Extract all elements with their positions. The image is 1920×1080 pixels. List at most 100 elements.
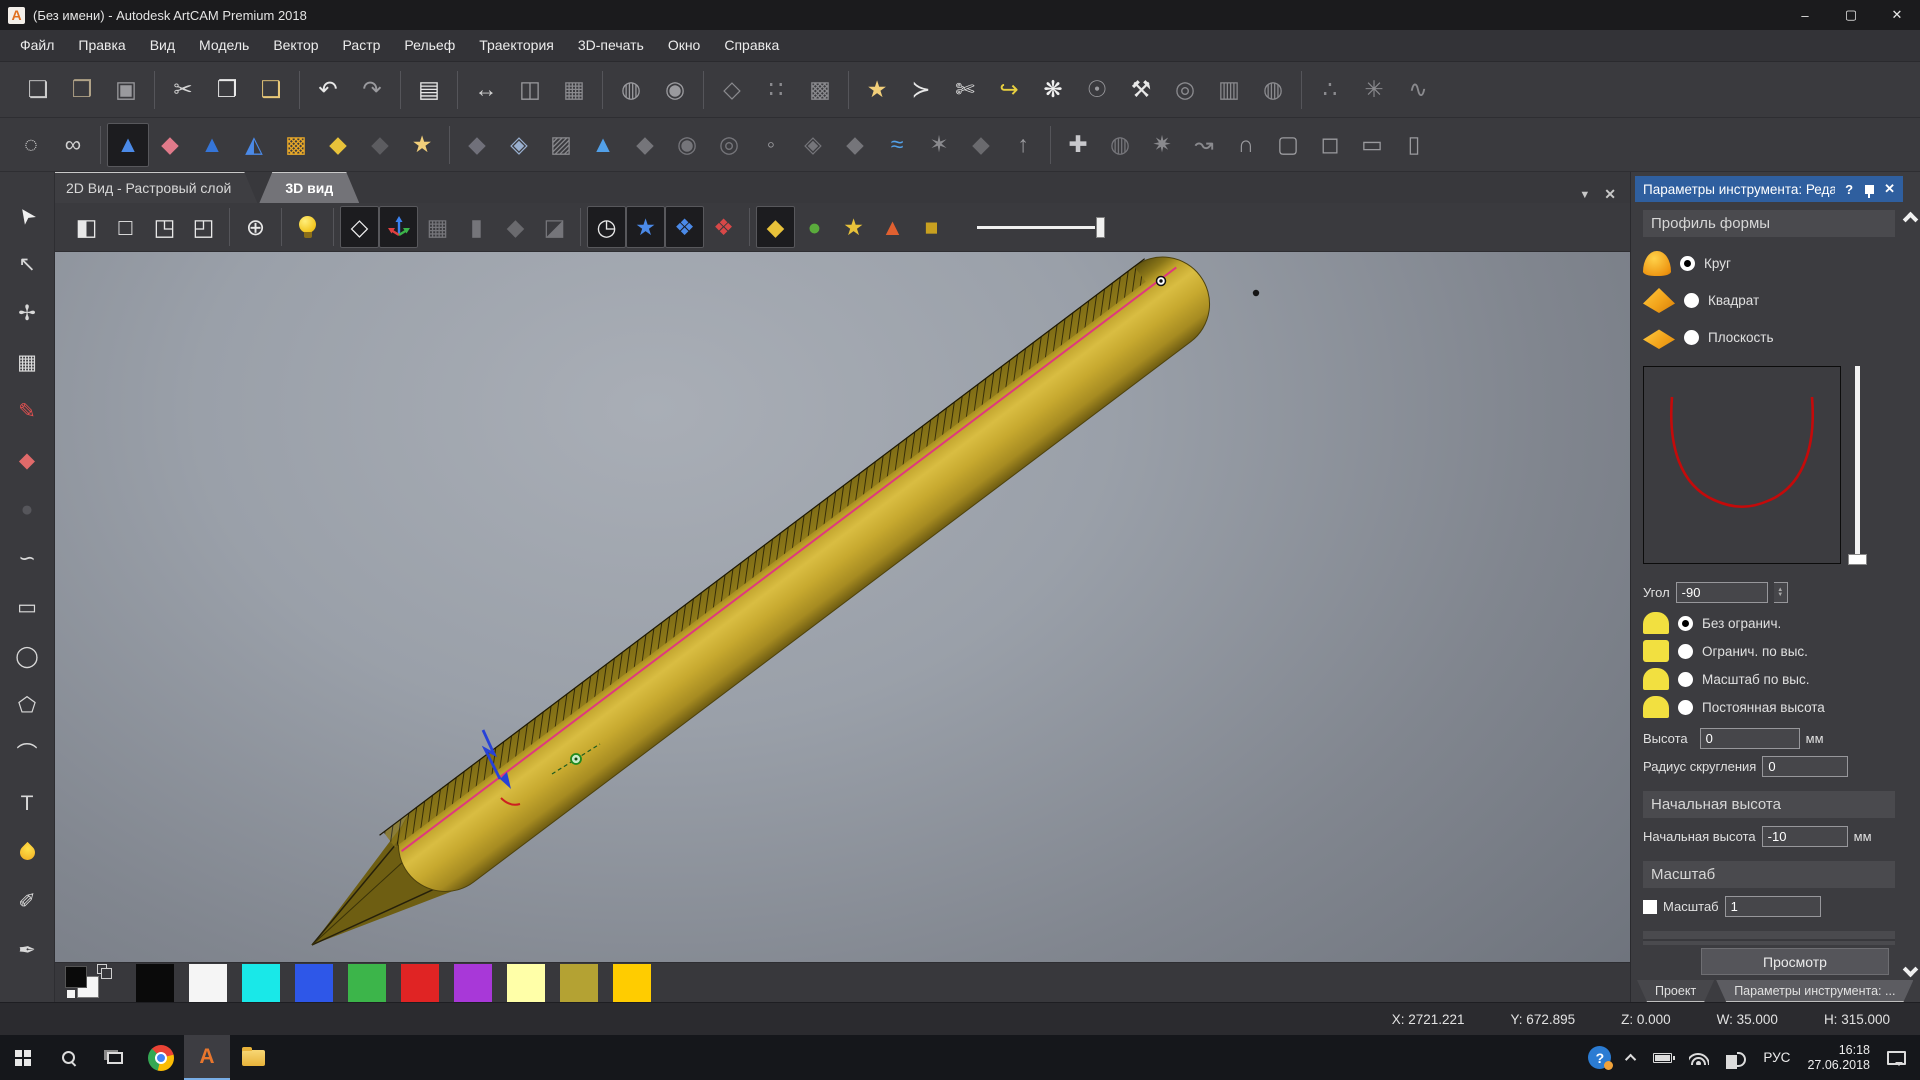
notes-icon[interactable]: ▤: [407, 67, 451, 113]
split-view-icon[interactable]: ◫: [508, 67, 552, 113]
panel-scrollbar[interactable]: [1902, 202, 1920, 998]
action-center-icon[interactable]: [1887, 1051, 1906, 1065]
toolbar-collapse-icon[interactable]: ▼: [1579, 189, 1590, 201]
shape-overlap-icon[interactable]: ◻: [1309, 123, 1351, 167]
profile-option-radio-kvadrat[interactable]: [1684, 293, 1699, 308]
multicolor-pyramid-icon[interactable]: ▲: [873, 206, 912, 248]
wifi-icon[interactable]: [1689, 1050, 1709, 1065]
limit-option-radio-scale-by-height[interactable]: [1678, 672, 1693, 687]
droplet-tool-icon[interactable]: [7, 831, 47, 873]
fillet-icon[interactable]: ↪: [987, 67, 1031, 113]
menu-toolpath[interactable]: Траектория: [467, 30, 566, 61]
profile-option-kvadrat[interactable]: Квадрат: [1643, 282, 1895, 319]
node-editing-icon[interactable]: ∴: [1308, 67, 1352, 113]
wave-distort-icon[interactable]: ∿: [1396, 67, 1440, 113]
slice-relief-icon[interactable]: ▯: [1393, 123, 1435, 167]
swap-colors-icon[interactable]: [97, 964, 107, 974]
height-input[interactable]: [1700, 728, 1800, 749]
close-button[interactable]: ✕: [1874, 0, 1920, 30]
slider-handle[interactable]: [1848, 554, 1867, 565]
rectangle-tool-icon[interactable]: ▭: [7, 586, 47, 628]
limit-option-no-limit[interactable]: Без огранич.: [1643, 609, 1895, 637]
new-model-icon[interactable]: ❏: [16, 67, 60, 113]
smooth-relief-icon[interactable]: ◆: [456, 123, 498, 167]
relief-pyramids-icon[interactable]: ◭: [233, 123, 275, 167]
raise-relief-icon[interactable]: ▲: [582, 123, 624, 167]
paste-icon[interactable]: ❑: [249, 67, 293, 113]
menu-raster[interactable]: Растр: [331, 30, 393, 61]
round-rect-icon[interactable]: ▭: [1351, 123, 1393, 167]
origin-axes-icon[interactable]: [379, 206, 418, 248]
ellipse-select-icon[interactable]: ◌: [10, 123, 52, 167]
menu-file[interactable]: Файл: [8, 30, 66, 61]
view-front-icon[interactable]: ◧: [67, 206, 106, 248]
profile-option-radio-ploskost[interactable]: [1684, 330, 1699, 345]
cylinder-wrap-icon[interactable]: ▮: [457, 206, 496, 248]
node-edit-tool-icon[interactable]: ↖: [7, 243, 47, 285]
minimize-button[interactable]: –: [1782, 0, 1828, 30]
material-icon[interactable]: ◍: [609, 67, 653, 113]
twirl-tool-icon[interactable]: ◈: [792, 123, 834, 167]
opacity-slider-handle[interactable]: [1096, 217, 1105, 238]
view-iso-icon[interactable]: □: [106, 206, 145, 248]
erase-tool-icon[interactable]: ◆: [7, 439, 47, 481]
knife-tool-icon[interactable]: ✒: [7, 929, 47, 971]
palette-swatch-black[interactable]: [136, 964, 174, 1002]
limit-option-radio-limit-by-height[interactable]: [1678, 644, 1693, 659]
volume-icon[interactable]: [1726, 1051, 1746, 1065]
panel-tab-project[interactable]: Проект: [1637, 980, 1714, 1002]
star-pattern-icon[interactable]: ✳: [1352, 67, 1396, 113]
clock[interactable]: 16:18 27.06.2018: [1807, 1043, 1870, 1073]
palette-swatch-green[interactable]: [348, 964, 386, 1002]
taskbar-chrome[interactable]: [138, 1035, 184, 1080]
spiral-icon[interactable]: ◎: [1163, 67, 1207, 113]
nesting-icon[interactable]: ▥: [1207, 67, 1251, 113]
ring-tool-icon[interactable]: ◎: [708, 123, 750, 167]
profile-option-radio-krug[interactable]: [1680, 256, 1695, 271]
palette-swatch-white[interactable]: [189, 964, 227, 1002]
import-vector-icon[interactable]: ★: [855, 67, 899, 113]
zoom-objects-icon[interactable]: ★: [834, 206, 873, 248]
panel-tab-tool-params[interactable]: Параметры инструмента: ...: [1716, 980, 1913, 1002]
rotate-3d-icon[interactable]: ∞: [52, 123, 94, 167]
color-blocks-icon[interactable]: ▦: [552, 67, 596, 113]
profile-option-krug[interactable]: Круг: [1643, 245, 1895, 282]
profile-height-slider[interactable]: [1847, 366, 1867, 574]
draw-plane-icon[interactable]: ◇: [340, 206, 379, 248]
maximize-button[interactable]: ▢: [1828, 0, 1874, 30]
dot-tool-icon[interactable]: ◦: [750, 123, 792, 167]
language-indicator[interactable]: РУС: [1763, 1050, 1790, 1065]
transform-tool-icon[interactable]: ✢: [7, 292, 47, 334]
deposit-tool-icon[interactable]: ◉: [666, 123, 708, 167]
flood-fill-icon[interactable]: ●: [7, 488, 47, 530]
profile-option-ploskost[interactable]: Плоскость: [1643, 319, 1895, 356]
redo-icon[interactable]: ↷: [350, 67, 394, 113]
menu-model[interactable]: Модель: [187, 30, 261, 61]
ribbon-tool-icon[interactable]: ◆: [834, 123, 876, 167]
star-relief-icon[interactable]: ✶: [918, 123, 960, 167]
lasso-tool-icon[interactable]: ∽: [7, 537, 47, 579]
weave-wizard-icon[interactable]: ▩: [275, 123, 317, 167]
relief-smooth-icon[interactable]: ▲: [107, 123, 149, 167]
zoom-in-icon[interactable]: ⊕: [236, 206, 275, 248]
start-button[interactable]: [0, 1035, 46, 1080]
arch-tool-icon[interactable]: ∩: [1225, 123, 1267, 167]
panel-close-icon[interactable]: ✕: [1884, 181, 1895, 197]
show-plane-icon[interactable]: ◆: [756, 206, 795, 248]
scale-input[interactable]: [1725, 896, 1821, 917]
paint-pencil-icon[interactable]: ✎: [7, 390, 47, 432]
hatch-relief-icon[interactable]: ▨: [540, 123, 582, 167]
opacity-slider[interactable]: [977, 206, 1107, 248]
relief-eraser-icon[interactable]: ◆: [149, 123, 191, 167]
open-file-icon[interactable]: ❒: [60, 67, 104, 113]
paste-along-icon[interactable]: ▢: [1267, 123, 1309, 167]
angle-input[interactable]: [1676, 582, 1768, 603]
show-composite-icon[interactable]: ❖: [704, 206, 743, 248]
menu-window[interactable]: Окно: [656, 30, 713, 61]
arc-tool-icon[interactable]: ⌒: [7, 733, 47, 775]
taskbar-explorer[interactable]: [230, 1035, 276, 1080]
multicolor-cube-icon[interactable]: ■: [912, 206, 951, 248]
text-tool-icon[interactable]: T: [7, 782, 47, 824]
cut-icon[interactable]: ✂: [161, 67, 205, 113]
engrave-icon[interactable]: ◪: [535, 206, 574, 248]
